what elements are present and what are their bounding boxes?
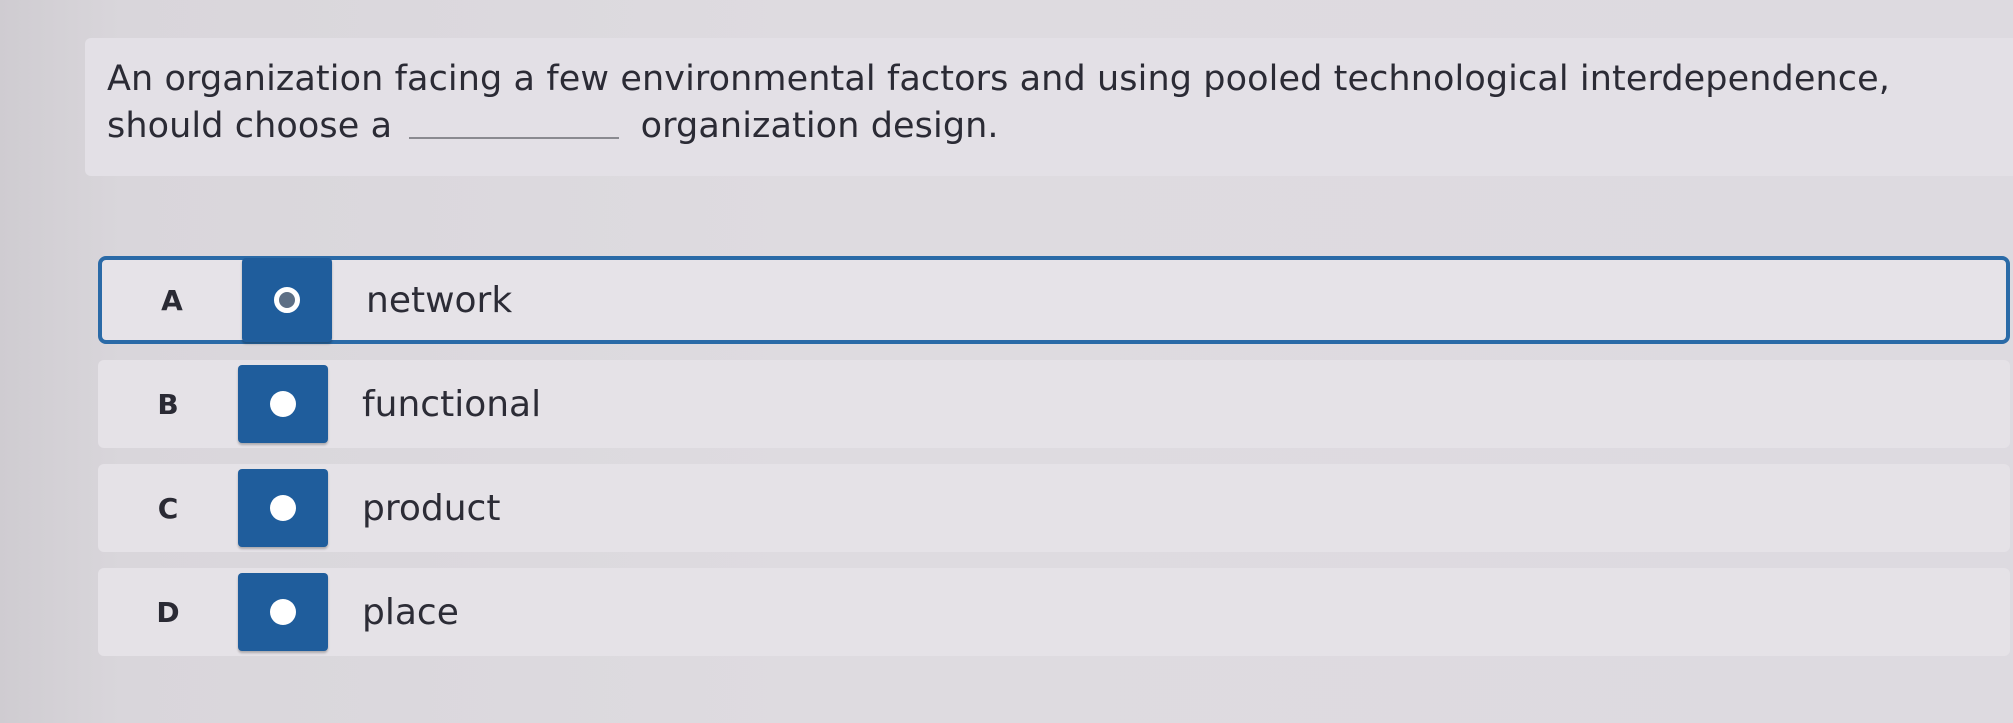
radio-button-icon	[270, 391, 296, 417]
question-card: An organization facing a few environment…	[85, 38, 2013, 176]
question-text: An organization facing a few environment…	[107, 56, 2003, 150]
answer-options: A network B functional C product D place	[98, 256, 2010, 672]
radio-button-c[interactable]	[238, 469, 328, 547]
option-letter: D	[156, 595, 180, 629]
radio-button-icon	[270, 495, 296, 521]
radio-button-a[interactable]	[242, 258, 332, 342]
radio-button-d[interactable]	[238, 573, 328, 651]
option-c[interactable]: C product	[98, 464, 2010, 552]
option-label: product	[362, 487, 501, 529]
option-letter: A	[161, 283, 183, 317]
radio-button-icon	[274, 287, 300, 313]
option-letter: B	[157, 387, 179, 421]
quiz-screen: An organization facing a few environment…	[0, 0, 2013, 723]
radio-button-b[interactable]	[238, 365, 328, 443]
radio-button-icon	[270, 599, 296, 625]
answer-blank	[409, 137, 620, 139]
option-label: place	[362, 591, 459, 633]
option-label: network	[366, 279, 513, 321]
question-text-after: organization design.	[640, 106, 999, 146]
option-b[interactable]: B functional	[98, 360, 2010, 448]
option-letter: C	[157, 491, 179, 525]
option-label: functional	[362, 383, 542, 425]
option-a[interactable]: A network	[98, 256, 2010, 344]
option-d[interactable]: D place	[98, 568, 2010, 656]
